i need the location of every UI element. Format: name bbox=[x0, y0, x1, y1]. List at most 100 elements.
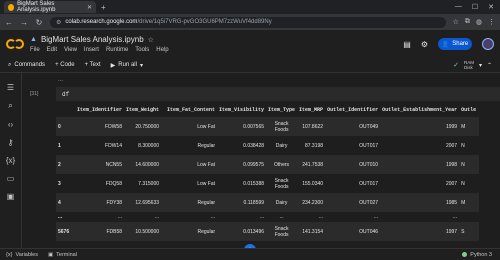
close-tab-icon[interactable]: ✕ bbox=[87, 4, 92, 11]
back-icon[interactable]: ← bbox=[5, 18, 13, 27]
menu-help[interactable]: Help bbox=[156, 47, 168, 53]
new-tab-button[interactable]: + bbox=[101, 3, 106, 12]
notebook-content: ... [31] df Item_Identifier Item_Weight It… bbox=[22, 73, 500, 248]
menu-edit[interactable]: Edit bbox=[47, 47, 57, 53]
star-icon[interactable]: ☆ bbox=[148, 36, 154, 44]
search-replace-icon[interactable]: ⌕ bbox=[8, 101, 12, 111]
table-cell: ... bbox=[279, 214, 284, 220]
table-cell: 1999 bbox=[445, 123, 458, 130]
code-cell[interactable]: df bbox=[56, 87, 500, 101]
terminal-button[interactable]: ▣ Terminal bbox=[48, 252, 77, 258]
table-cell: ... bbox=[154, 214, 160, 220]
colab-logo-icon[interactable] bbox=[6, 38, 24, 50]
column-header: Outlet_Establishment_Year bbox=[382, 107, 458, 113]
notebook-title[interactable]: BigMart Sales Analysis.ipynb bbox=[41, 35, 144, 44]
column-header: Item_Visibility bbox=[219, 107, 265, 113]
runtime-status[interactable]: Python 3 bbox=[462, 252, 500, 258]
table-cell: N bbox=[461, 142, 465, 149]
table-cell: OUT017 bbox=[359, 180, 379, 187]
menu-tools[interactable]: Tools bbox=[135, 47, 149, 53]
forward-icon[interactable]: → bbox=[20, 18, 28, 27]
site-info-icon[interactable]: ⚙ bbox=[56, 19, 61, 26]
column-header bbox=[56, 103, 74, 117]
drive-icon: ▲ bbox=[30, 36, 37, 43]
table-cell: M bbox=[461, 199, 466, 206]
table-cell: Others bbox=[274, 161, 290, 168]
account-avatar[interactable] bbox=[482, 38, 494, 50]
comments-icon[interactable]: ▤ bbox=[403, 40, 411, 49]
colab-favicon-icon bbox=[8, 3, 15, 11]
bookmark-star-icon[interactable]: ☆ bbox=[453, 18, 459, 26]
reload-icon[interactable]: ↻ bbox=[35, 18, 43, 27]
close-window-icon[interactable]: ✕ bbox=[488, 3, 494, 11]
table-row: 2 NCN55 14.600000 Low Fat 0.099575 Others 241.… bbox=[56, 155, 480, 174]
settings-gear-icon[interactable]: ⚙ bbox=[421, 40, 428, 49]
commands-label: Commands bbox=[14, 62, 46, 68]
table-cell: OUT017 bbox=[359, 142, 379, 149]
menu-file[interactable]: File bbox=[30, 47, 40, 53]
terminal-bar-icon: ▣ bbox=[47, 251, 54, 258]
run-all-button[interactable]: ▶ Run all ▾ bbox=[111, 62, 143, 69]
table-cell: M bbox=[461, 123, 466, 130]
variables-button[interactable]: {x} Variables bbox=[6, 252, 38, 258]
table-cell: N bbox=[461, 180, 465, 187]
variables-icon[interactable]: {x} bbox=[6, 156, 15, 165]
menu-view[interactable]: View bbox=[64, 47, 77, 53]
table-of-contents-icon[interactable]: ☰ bbox=[7, 83, 14, 92]
table-row: 5676 FDB58 10.500000 Regular 0.013496 Snack F… bbox=[56, 222, 480, 241]
table-cell: Snack Foods bbox=[274, 177, 289, 190]
terminal-label: Terminal bbox=[56, 251, 77, 258]
menu-runtime[interactable]: Runtime bbox=[106, 47, 128, 53]
share-button[interactable]: 👤 Share bbox=[438, 38, 472, 50]
url-field[interactable]: ⚙ colab.research.google.com/drive/1q5i7V… bbox=[50, 16, 446, 28]
url-path: /drive/1q5i7VRG-pvGO3GU6PM7zzWuVf4dd89Ny bbox=[137, 19, 272, 25]
address-bar-row: ← → ↻ ⚙ colab.research.google.com/drive/… bbox=[0, 14, 500, 30]
table-cell: ... bbox=[210, 214, 216, 220]
table-cell: 12.695633 bbox=[135, 199, 160, 206]
collapsed-cell-marker[interactable]: ... bbox=[58, 77, 63, 83]
url-domain: colab.research.google.com bbox=[65, 19, 138, 25]
maximize-icon[interactable]: ☐ bbox=[472, 3, 478, 11]
disk-label: Disk bbox=[463, 65, 473, 70]
secrets-key-icon[interactable]: ⚷ bbox=[8, 138, 14, 147]
table-cell: 107.8622 bbox=[302, 123, 324, 130]
code-snippets-icon[interactable]: ‹› bbox=[8, 120, 13, 129]
table-cell: Regular bbox=[197, 228, 216, 235]
column-header: Item_Identifier bbox=[76, 107, 122, 113]
browser-tab-bar: BigMart Sales Analysis.ipynb ✕ + — ☐ ✕ bbox=[0, 0, 500, 14]
search-icon: ⌕ bbox=[8, 61, 12, 68]
menu-insert[interactable]: Insert bbox=[84, 47, 99, 53]
files-folder-icon[interactable]: ▭ bbox=[7, 174, 15, 183]
table-cell: ... bbox=[452, 214, 458, 220]
row-index: 2 bbox=[58, 161, 61, 168]
left-sidebar: ☰ ⌕ ‹› ⚷ {x} ▭ ▣ bbox=[0, 73, 22, 248]
add-code-button[interactable]: + Code bbox=[55, 62, 75, 68]
extensions-icon[interactable]: ⧉ bbox=[465, 18, 470, 26]
table-cell: 14.600000 bbox=[135, 161, 160, 168]
add-text-button[interactable]: + Text bbox=[85, 62, 101, 68]
profile-icon[interactable]: ◍ bbox=[476, 18, 482, 26]
table-cell: 0.118599 bbox=[243, 199, 265, 206]
table-cell: 0.099575 bbox=[243, 161, 265, 168]
table-cell: Snack Foods bbox=[274, 120, 289, 133]
ram-disk-indicator[interactable]: RAM Disk bbox=[464, 60, 474, 70]
table-cell: 87.3198 bbox=[304, 142, 324, 149]
table-cell: Dairy bbox=[275, 142, 288, 149]
dataframe-table: Item_Identifier Item_Weight Item_Fat_Conte… bbox=[56, 103, 480, 241]
runtime-chevron-icon[interactable]: ▾ bbox=[479, 62, 482, 69]
connected-check-icon: ✓ bbox=[453, 62, 459, 69]
collapse-toolbar-icon[interactable]: ⌃ bbox=[487, 62, 492, 69]
table-cell: Low Fat bbox=[197, 180, 216, 187]
browser-menu-icon[interactable]: ⋮ bbox=[488, 18, 495, 26]
terminal-icon[interactable]: ▣ bbox=[7, 192, 15, 201]
variables-label: Variables bbox=[15, 251, 38, 258]
row-index: 5676 bbox=[58, 228, 70, 235]
table-cell: 0.007565 bbox=[243, 123, 265, 130]
minimize-icon[interactable]: — bbox=[455, 3, 462, 11]
commands-button[interactable]: ⌕ Commands bbox=[8, 62, 45, 69]
play-icon: ▶ bbox=[110, 62, 116, 69]
table-cell: Snack Foods bbox=[274, 225, 289, 238]
tab-title: BigMart Sales Analysis.ipynb bbox=[17, 1, 56, 13]
browser-tab[interactable]: BigMart Sales Analysis.ipynb ✕ bbox=[4, 1, 96, 13]
execution-count: [31] bbox=[30, 91, 39, 97]
